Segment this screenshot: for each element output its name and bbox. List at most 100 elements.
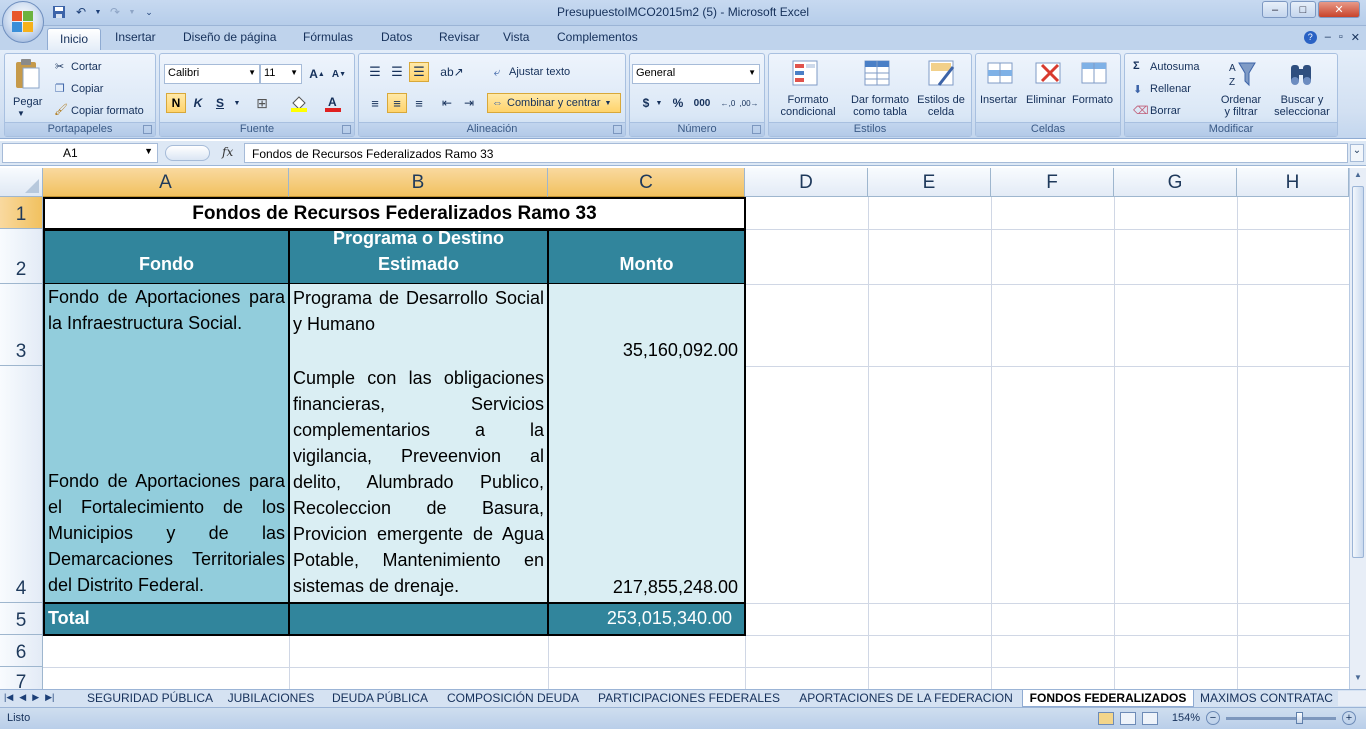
tab-revisar[interactable]: Revisar [439, 30, 480, 44]
maximize-button[interactable]: □ [1290, 1, 1316, 18]
dialog-launcher-icon[interactable] [143, 125, 152, 134]
cell-styles-button[interactable]: Estilos de celda [913, 94, 969, 118]
zoom-out-button[interactable]: − [1206, 711, 1220, 725]
conditional-format-icon[interactable] [791, 59, 821, 89]
close-button[interactable]: ✕ [1318, 1, 1360, 18]
column-header-e[interactable]: E [868, 168, 991, 197]
wrap-text-icon[interactable]: ⤶ [487, 62, 507, 82]
paste-icon[interactable] [13, 58, 43, 89]
decrease-decimal-icon[interactable]: ,00→ [738, 93, 760, 113]
scroll-up-icon[interactable]: ▲ [1352, 170, 1364, 184]
column-header-h[interactable]: H [1237, 168, 1349, 197]
currency-button[interactable]: $ [636, 93, 656, 113]
tab-vista[interactable]: Vista [503, 30, 529, 44]
delete-cells-button[interactable]: Eliminar [1026, 94, 1066, 106]
sheet-tab-jubilaciones[interactable]: JUBILACIONES [224, 690, 318, 707]
orientation-icon[interactable]: ab↗ [437, 62, 467, 82]
cell-a4-fondo[interactable]: Fondo de Aportaciones para el Fortalecim… [43, 365, 290, 604]
bold-button[interactable]: N [166, 93, 186, 113]
cut-button[interactable]: Cortar [71, 61, 102, 73]
total-amount-cell[interactable]: 253,015,340.00 [547, 602, 746, 636]
sheet-title-cell[interactable]: Fondos de Recursos Federalizados Ramo 33 [43, 197, 746, 230]
align-bottom-icon[interactable]: ☰ [409, 62, 429, 82]
increase-decimal-icon[interactable]: ←,0 [718, 93, 738, 113]
tab-diseno-pagina[interactable]: Diseño de página [183, 30, 276, 44]
name-box[interactable]: A1 ▼ [2, 143, 158, 163]
row-header-7[interactable]: 7 [0, 667, 43, 689]
cell-a3-fondo[interactable]: Fondo de Aportaciones para la Infraestru… [43, 284, 290, 367]
sheet-tab-participaciones-federales[interactable]: PARTICIPACIONES FEDERALES [592, 690, 786, 707]
insert-cells-icon[interactable] [986, 59, 1016, 89]
dialog-launcher-icon[interactable] [342, 125, 351, 134]
format-as-table-button[interactable]: Dar formato como tabla [845, 94, 915, 118]
format-cells-icon[interactable] [1080, 59, 1110, 89]
row-header-6[interactable]: 6 [0, 635, 43, 667]
increase-indent-icon[interactable]: ⇥ [459, 93, 479, 113]
copy-button[interactable]: Copiar [71, 83, 103, 95]
insert-cells-button[interactable]: Insertar [980, 94, 1017, 106]
find-select-button[interactable]: Buscar y seleccionar [1267, 94, 1337, 118]
scroll-thumb[interactable] [1352, 186, 1364, 558]
fill-color-icon[interactable] [286, 93, 312, 113]
autosum-button[interactable]: Autosuma [1150, 61, 1200, 73]
delete-cells-icon[interactable] [1034, 59, 1064, 89]
page-break-icon[interactable] [1141, 711, 1158, 725]
row-header-1[interactable]: 1 [0, 197, 43, 229]
prev-sheet-icon[interactable]: ◀ [19, 692, 26, 703]
underline-dropdown-icon[interactable]: ▼ [232, 93, 242, 113]
percent-button[interactable]: % [668, 93, 688, 113]
normal-view-icon[interactable] [1097, 711, 1114, 725]
sort-filter-icon[interactable]: AZ [1227, 59, 1257, 89]
format-cells-button[interactable]: Formato [1072, 94, 1113, 106]
fill-button[interactable]: Rellenar [1150, 83, 1191, 95]
format-as-table-icon[interactable] [863, 59, 893, 89]
sheet-tab-composicion-deuda[interactable]: COMPOSICIÓN DEUDA [443, 690, 583, 707]
merge-center-button[interactable]: ⇔ Combinar y centrar ▼ [487, 93, 621, 113]
column-header-d[interactable]: D [745, 168, 868, 197]
horizontal-scrollbar[interactable] [1338, 691, 1366, 706]
cell-c4-monto[interactable]: 217,855,248.00 [547, 365, 746, 604]
number-format-select[interactable]: General ▼ [632, 64, 760, 84]
minimize-button[interactable]: – [1262, 1, 1288, 18]
currency-dropdown-icon[interactable]: ▼ [655, 93, 663, 113]
total-label-cell[interactable]: Total [43, 602, 290, 636]
ribbon-close-icon[interactable]: ✕ [1351, 31, 1360, 44]
insert-function-icon[interactable]: fx [222, 145, 233, 159]
worksheet-grid[interactable]: A B C D E F G H 1 2 3 4 5 6 7 Fondos de … [0, 168, 1366, 689]
tab-insertar[interactable]: Insertar [115, 30, 156, 44]
sheet-tab-maximos-contratacion[interactable]: MAXIMOS CONTRATAC [1200, 690, 1334, 707]
sheet-tab-fondos-federalizados[interactable]: FONDOS FEDERALIZADOS [1022, 690, 1194, 707]
header-cell-monto[interactable]: Monto [547, 229, 746, 285]
column-header-g[interactable]: G [1114, 168, 1237, 197]
tab-datos[interactable]: Datos [381, 30, 412, 44]
tab-formulas[interactable]: Fórmulas [303, 30, 353, 44]
clear-button[interactable]: Borrar [1150, 105, 1181, 117]
format-painter-button[interactable]: Copiar formato [71, 105, 144, 117]
sheet-tab-deuda-publica[interactable]: DEUDA PÚBLICA [324, 690, 436, 707]
header-cell-programa[interactable]: Programa o Destino Estimado [288, 229, 549, 285]
select-all-button[interactable] [0, 168, 43, 197]
row-header-3[interactable]: 3 [0, 284, 43, 366]
paste-button[interactable]: Pegar [13, 96, 42, 108]
binoculars-icon[interactable] [1287, 59, 1317, 89]
underline-button[interactable]: S [210, 93, 230, 113]
scroll-down-icon[interactable]: ▼ [1352, 673, 1364, 687]
last-sheet-icon[interactable]: ▶| [45, 692, 54, 703]
office-button[interactable] [2, 1, 44, 43]
first-sheet-icon[interactable]: |◀ [4, 692, 13, 703]
cell-styles-icon[interactable] [927, 59, 957, 89]
decrease-indent-icon[interactable]: ⇤ [437, 93, 457, 113]
thousands-button[interactable]: 000 [690, 93, 714, 113]
grow-font-icon[interactable]: A ▲ [307, 64, 327, 84]
font-size-select[interactable]: 11 ▼ [260, 64, 302, 84]
cut-icon[interactable]: ✂ [55, 60, 64, 73]
zoom-slider-knob[interactable] [1296, 711, 1303, 724]
column-header-c[interactable]: C [548, 168, 745, 197]
cell-c3-monto[interactable]: 35,160,092.00 [547, 284, 746, 367]
ribbon-restore-icon[interactable]: ▫ [1339, 31, 1343, 44]
dialog-launcher-icon[interactable] [613, 125, 622, 134]
formula-bar-splitter[interactable] [165, 145, 210, 161]
row-header-2[interactable]: 2 [0, 229, 43, 284]
cell-b4-programa[interactable]: Cumple con las obligaciones financieras,… [288, 365, 549, 604]
font-color-icon[interactable]: A [320, 93, 346, 113]
